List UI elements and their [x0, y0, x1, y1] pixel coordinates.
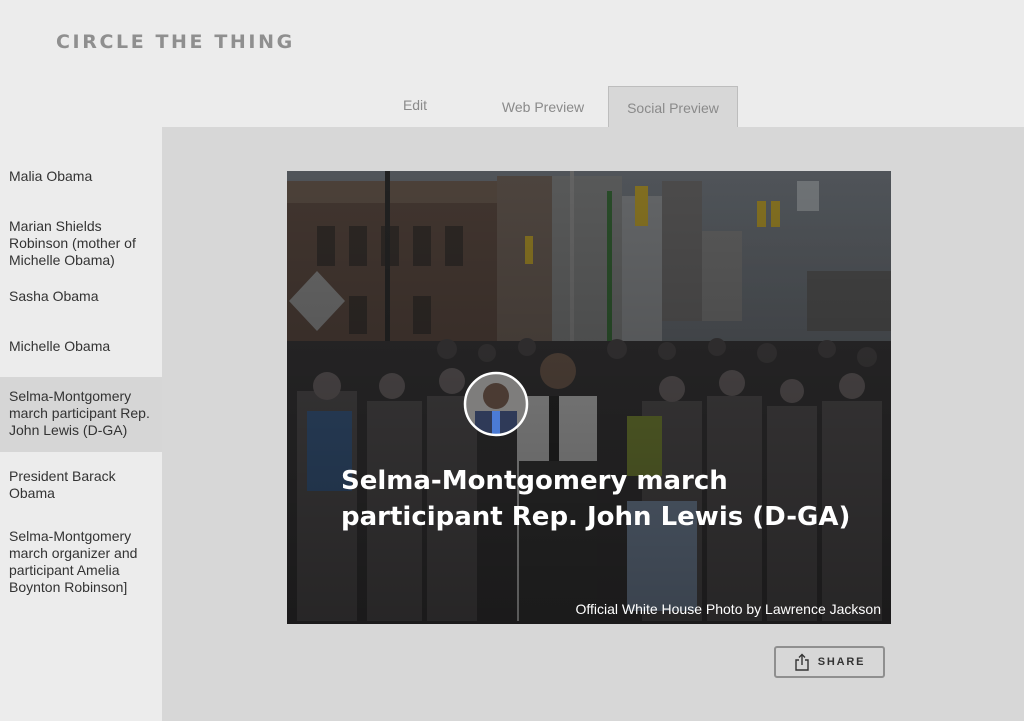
share-button[interactable]: SHARE	[774, 646, 885, 678]
sidebar-item-marian-robinson[interactable]: Marian Shields Robinson (mother of Miche…	[0, 218, 162, 269]
sidebar: Malia Obama Marian Shields Robinson (mot…	[0, 151, 162, 721]
sidebar-item-amelia-boynton-robinson[interactable]: Selma-Montgomery march organizer and par…	[0, 528, 162, 596]
sidebar-item-malia-obama[interactable]: Malia Obama	[0, 168, 162, 185]
share-icon	[795, 653, 809, 671]
social-card: Selma-Montgomery march participant Rep. …	[287, 171, 891, 624]
sidebar-item-john-lewis[interactable]: Selma-Montgomery march participant Rep. …	[0, 377, 162, 452]
tab-web-preview[interactable]: Web Preview	[482, 86, 604, 127]
march-photo	[287, 171, 891, 624]
share-label: SHARE	[817, 656, 866, 668]
preview-panel: Selma-Montgomery march participant Rep. …	[162, 127, 1024, 721]
sidebar-item-barack-obama[interactable]: President Barack Obama	[0, 468, 162, 502]
app-title: CIRCLE THE THING	[56, 31, 295, 53]
card-title: Selma-Montgomery march participant Rep. …	[341, 466, 851, 532]
tab-edit[interactable]: Edit	[364, 84, 466, 125]
photo-credit: Official White House Photo by Lawrence J…	[575, 601, 881, 617]
tab-social-preview[interactable]: Social Preview	[608, 86, 738, 127]
sidebar-item-michelle-obama[interactable]: Michelle Obama	[0, 338, 162, 355]
sidebar-item-sasha-obama[interactable]: Sasha Obama	[0, 288, 162, 305]
